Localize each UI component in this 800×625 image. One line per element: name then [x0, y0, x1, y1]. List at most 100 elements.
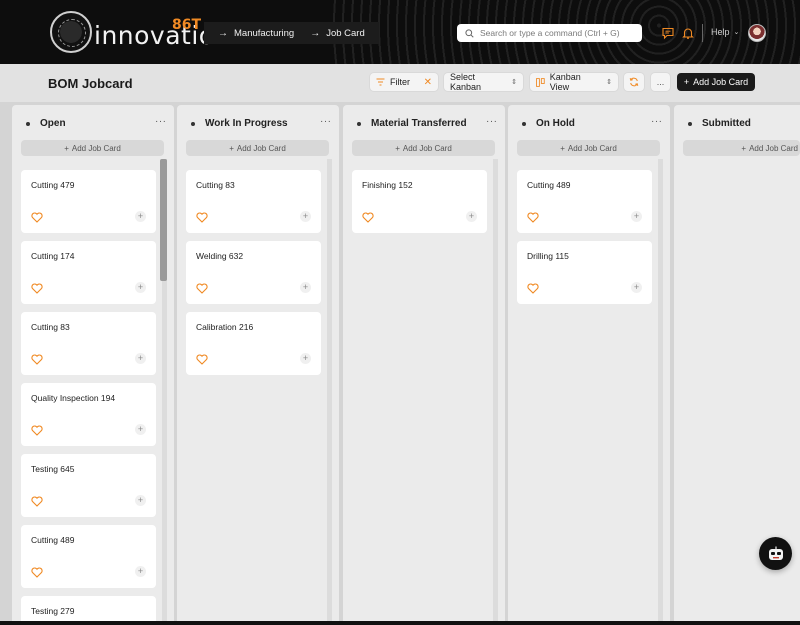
column-title: Work In Progress	[205, 118, 288, 129]
heart-icon[interactable]	[196, 354, 208, 365]
kanban-column-open: Open ··· + Add Job Card Cutting 479 + Cu…	[12, 105, 174, 625]
help-menu[interactable]: Help ⌄	[711, 27, 739, 37]
filter-button[interactable]: Filter ✕	[370, 73, 438, 91]
column-status-dot	[191, 122, 195, 126]
clear-filter-icon[interactable]: ✕	[424, 77, 432, 88]
job-card-title: Cutting 489	[31, 535, 75, 545]
job-card-title: Quality Inspection 194	[31, 393, 116, 403]
robot-assistant-icon	[768, 546, 783, 560]
add-job-card-inline-label: Add Job Card	[402, 143, 452, 153]
column-header: Work In Progress ···	[177, 116, 339, 131]
card-add-icon[interactable]: +	[300, 282, 311, 293]
job-card[interactable]: Finishing 152 +	[352, 170, 487, 233]
avatar[interactable]	[748, 24, 766, 42]
search-bar[interactable]	[457, 24, 642, 42]
job-card[interactable]: Cutting 489 +	[517, 170, 652, 233]
job-card[interactable]: Drilling 115 +	[517, 241, 652, 304]
card-add-icon[interactable]: +	[631, 211, 642, 222]
card-add-icon[interactable]: +	[135, 211, 146, 222]
column-header: Open ···	[12, 116, 174, 131]
job-card[interactable]: Testing 645 +	[21, 454, 156, 517]
column-scrollbar-track[interactable]	[658, 159, 663, 625]
heart-icon[interactable]	[196, 283, 208, 294]
chat-icon[interactable]	[661, 26, 675, 40]
select-kanban-label: Select Kanban	[450, 72, 482, 92]
add-job-card-inline-label: Add Job Card	[71, 143, 121, 153]
kanban-view-label: Kanban View	[549, 72, 581, 92]
job-card[interactable]: Quality Inspection 194 +	[21, 383, 156, 446]
job-card-title: Drilling 115	[527, 251, 569, 261]
more-options-button[interactable]: ...	[651, 73, 670, 91]
job-card[interactable]: Cutting 83 +	[186, 170, 321, 233]
card-add-icon[interactable]: +	[135, 495, 146, 506]
top-navbar: innovation 86T → Manufacturing → Job Car…	[0, 0, 800, 64]
column-menu-icon[interactable]: ···	[320, 116, 332, 127]
select-kanban-dropdown[interactable]: Select Kanban ⇕	[444, 72, 523, 92]
job-card-title: Cutting 489	[527, 180, 571, 190]
card-add-icon[interactable]: +	[300, 211, 311, 222]
card-add-icon[interactable]: +	[466, 211, 477, 222]
add-job-card-inline-button[interactable]: + Add Job Card	[683, 140, 800, 156]
heart-icon[interactable]	[31, 425, 43, 436]
heart-icon[interactable]	[31, 567, 43, 578]
refresh-icon	[629, 77, 639, 87]
job-card-title: Finishing 152	[362, 180, 413, 190]
add-job-card-inline-button[interactable]: + Add Job Card	[517, 140, 660, 156]
column-scrollbar-thumb[interactable]	[160, 159, 167, 281]
heart-icon[interactable]	[31, 283, 43, 294]
column-menu-icon[interactable]: ···	[155, 116, 167, 127]
card-add-icon[interactable]: +	[135, 353, 146, 364]
help-label: Help	[711, 27, 730, 37]
card-add-icon[interactable]: +	[631, 282, 642, 293]
search-input[interactable]	[480, 28, 640, 38]
job-card[interactable]: Calibration 216 +	[186, 312, 321, 375]
card-add-icon[interactable]: +	[135, 424, 146, 435]
add-job-card-inline-button[interactable]: + Add Job Card	[186, 140, 329, 156]
column-status-dot	[688, 122, 692, 126]
page-title: BOM Jobcard	[48, 76, 133, 91]
job-card-title: Welding 632	[196, 251, 244, 261]
breadcrumb-job-card[interactable]: → Job Card	[310, 28, 365, 39]
card-add-icon[interactable]: +	[135, 566, 146, 577]
breadcrumb-manufacturing[interactable]: → Manufacturing	[218, 28, 294, 39]
heart-icon[interactable]	[31, 354, 43, 365]
job-card[interactable]: Welding 632 +	[186, 241, 321, 304]
chat-assistant-button[interactable]	[759, 537, 792, 570]
add-job-card-inline-button[interactable]: + Add Job Card	[352, 140, 495, 156]
heart-icon[interactable]	[362, 212, 374, 223]
heart-icon[interactable]	[31, 212, 43, 223]
job-card-title: Testing 645	[31, 464, 75, 474]
column-title: Material Transferred	[371, 118, 467, 129]
kanban-column-work-in-progress: Work In Progress ··· + Add Job Card Cutt…	[177, 105, 339, 625]
column-menu-icon[interactable]: ···	[651, 116, 663, 127]
bell-icon[interactable]	[681, 26, 695, 40]
job-card[interactable]: Cutting 83 +	[21, 312, 156, 375]
plus-icon: +	[395, 143, 400, 153]
card-add-icon[interactable]: +	[300, 353, 311, 364]
job-card[interactable]: Cutting 479 +	[21, 170, 156, 233]
heart-icon[interactable]	[527, 283, 539, 294]
plus-icon: +	[229, 143, 234, 153]
heart-icon[interactable]	[196, 212, 208, 223]
kanban-board: Open ··· + Add Job Card Cutting 479 + Cu…	[0, 102, 800, 625]
breadcrumb-label: Manufacturing	[234, 27, 295, 39]
column-header: Material Transferred ···	[343, 116, 505, 131]
heart-icon[interactable]	[527, 212, 539, 223]
add-job-card-inline-button[interactable]: + Add Job Card	[21, 140, 164, 156]
job-card-title: Cutting 83	[196, 180, 235, 190]
card-add-icon[interactable]: +	[135, 282, 146, 293]
column-scrollbar-track[interactable]	[493, 159, 498, 625]
refresh-button[interactable]	[624, 73, 644, 91]
add-job-card-button[interactable]: + Add Job Card	[677, 73, 755, 91]
column-scrollbar-track[interactable]	[327, 159, 332, 625]
kanban-view-dropdown[interactable]: Kanban View ⇕	[530, 72, 618, 92]
heart-icon[interactable]	[31, 496, 43, 507]
add-job-card-inline-label: Add Job Card	[236, 143, 286, 153]
job-card-title: Testing 279	[31, 606, 75, 616]
column-menu-icon[interactable]: ···	[486, 116, 498, 127]
logo-seal-icon[interactable]	[50, 11, 92, 53]
column-status-dot	[357, 122, 361, 126]
job-card-title: Cutting 479	[31, 180, 75, 190]
job-card[interactable]: Cutting 174 +	[21, 241, 156, 304]
job-card[interactable]: Cutting 489 +	[21, 525, 156, 588]
